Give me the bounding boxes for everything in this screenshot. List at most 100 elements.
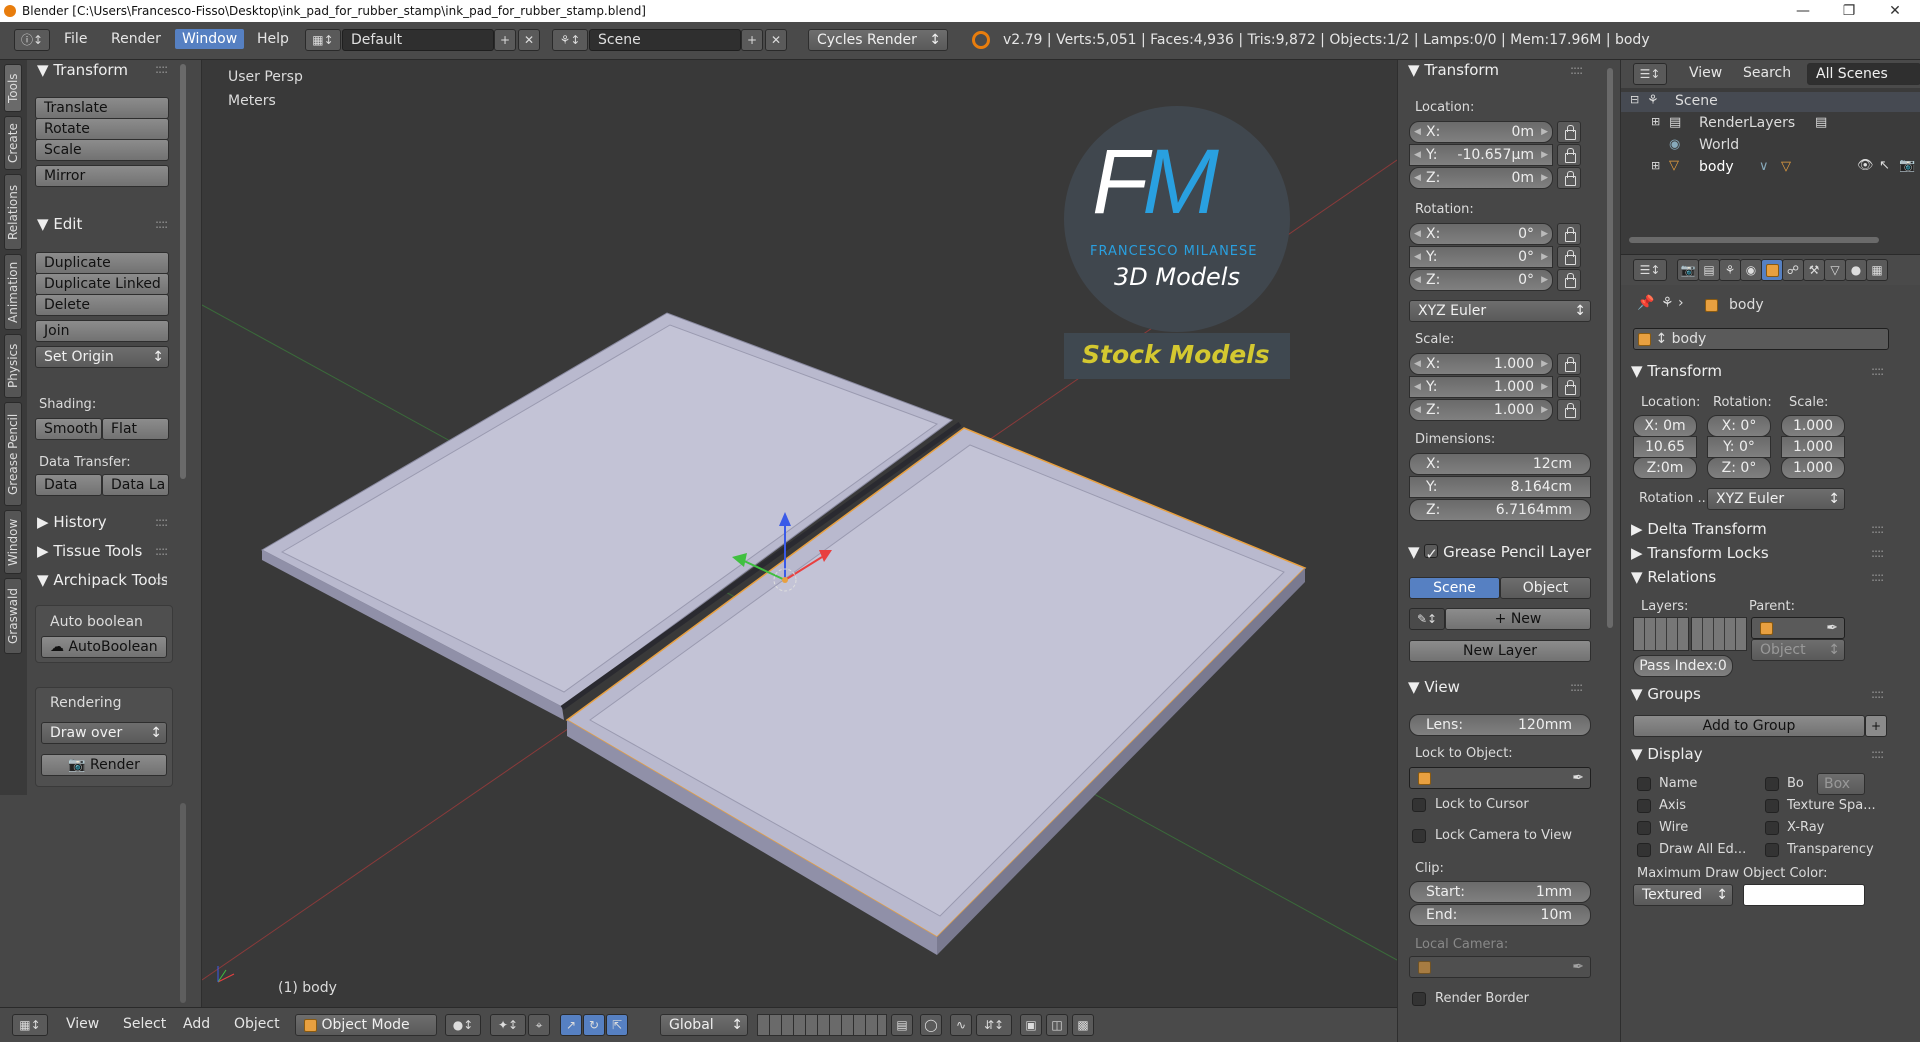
clip-start-field[interactable]: Start: 1mm <box>1409 881 1591 903</box>
menu-file[interactable]: File <box>64 31 87 47</box>
tab-create[interactable]: Create <box>4 116 22 170</box>
display-drawall-checkbox[interactable] <box>1637 843 1651 857</box>
rotation-x-field[interactable]: ◀ X: 0° ▶ <box>1409 223 1553 245</box>
maximize-button[interactable]: ❐ <box>1826 0 1872 22</box>
drag-handle-icon[interactable]: :::: <box>155 62 168 76</box>
draw-mode-dropdown[interactable]: Draw over ↕ <box>41 722 167 744</box>
editor-type-icon[interactable]: ▦↕ <box>12 1014 48 1036</box>
scale-y-field[interactable]: ◀ Y: 1.000 ▶ <box>1409 376 1553 398</box>
scene-icon[interactable]: ⚘↕ <box>552 29 588 51</box>
lock-scale-z-icon[interactable] <box>1557 399 1581 421</box>
drag-handle-icon[interactable]: :::: <box>155 544 168 558</box>
render-engine-dropdown[interactable]: Cycles Render ↕ <box>808 29 948 51</box>
outliner-row-scene[interactable]: ⊟ ⚘ Scene <box>1621 92 1920 112</box>
scale-z-field[interactable]: ◀ Z: 1.000 ▶ <box>1409 399 1553 421</box>
outliner-row-world[interactable]: ◉ World <box>1621 136 1920 156</box>
lock-location-y-icon[interactable] <box>1557 144 1581 166</box>
menu-select[interactable]: Select <box>123 1016 166 1032</box>
menu-view[interactable]: View <box>66 1016 99 1032</box>
opengl-render-icon[interactable]: ▣ <box>1020 1014 1042 1036</box>
drag-handle-icon[interactable]: :::: <box>1871 570 1884 584</box>
location-x-field[interactable]: ◀ X: 0m ▶ <box>1409 121 1553 143</box>
grease-pencil-checkbox[interactable]: ✓ <box>1424 544 1439 563</box>
outliner-editor-icon[interactable]: ☰↕ <box>1633 63 1667 85</box>
menu-window[interactable]: Window <box>175 29 245 49</box>
minimize-button[interactable]: — <box>1780 0 1826 22</box>
drag-handle-icon[interactable]: :::: <box>155 515 168 529</box>
prop-loc-z-field[interactable]: Z:0m <box>1633 457 1697 479</box>
display-header[interactable]: ▼ Display <box>1631 745 1703 763</box>
display-transparency-checkbox[interactable] <box>1765 843 1779 857</box>
set-origin-dropdown[interactable]: Set Origin ↕ <box>35 346 169 368</box>
material-context-icon[interactable]: ● <box>1845 259 1867 281</box>
dimension-z-field[interactable]: Z: 6.7164mm <box>1409 499 1591 521</box>
drag-handle-icon[interactable]: :::: <box>1871 687 1884 701</box>
outliner-menu-search[interactable]: Search <box>1743 65 1791 81</box>
outliner-menu-view[interactable]: View <box>1689 65 1722 81</box>
data-button[interactable]: Data <box>35 474 102 496</box>
scale-x-field[interactable]: ◀ X: 1.000 ▶ <box>1409 353 1553 375</box>
tab-tools[interactable]: Tools <box>4 64 22 112</box>
object-color-swatch[interactable] <box>1743 884 1865 906</box>
object-context-icon[interactable] <box>1761 259 1783 281</box>
smooth-button[interactable]: Smooth <box>35 418 102 440</box>
edit-panel-header[interactable]: ▼ Edit <box>37 215 82 233</box>
lock-scale-y-icon[interactable] <box>1557 376 1581 398</box>
remove-scene-icon[interactable]: ✕ <box>765 29 787 51</box>
eyedropper-icon[interactable]: ✒ <box>1572 768 1584 788</box>
snap-icon[interactable]: ∿ <box>950 1014 972 1036</box>
prop-scl-z-field[interactable]: 1.000 <box>1781 457 1845 479</box>
tab-relations[interactable]: Relations <box>4 174 22 250</box>
scale-button[interactable]: Scale <box>35 139 169 161</box>
auto-boolean-button[interactable]: ☁ AutoBoolean <box>41 636 167 658</box>
prop-rot-y-field[interactable]: Y: 0° <box>1707 436 1771 458</box>
pass-index-field[interactable]: Pass Index:0 <box>1633 655 1733 677</box>
parent-type-dropdown[interactable]: Object ↕ <box>1751 639 1845 661</box>
translate-manip-icon[interactable]: ↗ <box>560 1014 582 1036</box>
gp-scene-button[interactable]: Scene <box>1409 577 1500 599</box>
expand-icon[interactable]: ⊞ <box>1651 159 1660 172</box>
drag-handle-icon[interactable]: :::: <box>1871 546 1884 560</box>
display-wire-checkbox[interactable] <box>1637 821 1651 835</box>
editor-type-icon[interactable]: ⓘ↕ <box>14 29 50 51</box>
data-context-icon[interactable]: ▽ <box>1824 259 1846 281</box>
prop-loc-y-field[interactable]: 10.65 <box>1633 436 1697 458</box>
drag-handle-icon[interactable]: :::: <box>1871 747 1884 761</box>
lock-cursor-checkbox[interactable] <box>1412 798 1426 812</box>
prop-scl-y-field[interactable]: 1.000 <box>1781 436 1845 458</box>
view-panel-header[interactable]: ▼ View <box>1408 678 1460 696</box>
object-name-field[interactable]: ↕ body <box>1633 328 1889 350</box>
menu-render[interactable]: Render <box>111 31 161 47</box>
drag-handle-icon[interactable]: :::: <box>1871 364 1884 378</box>
add-layout-icon[interactable]: + <box>494 29 516 51</box>
tab-physics[interactable]: Physics <box>4 334 22 398</box>
viewport-shading-icon[interactable]: ●↕ <box>445 1014 481 1036</box>
groups-header[interactable]: ▼ Groups <box>1631 685 1701 703</box>
local-camera-field[interactable]: ✒ <box>1409 956 1591 978</box>
tab-animation[interactable]: Animation <box>4 254 22 330</box>
prop-transform-header[interactable]: ▼ Transform <box>1631 362 1722 380</box>
lock-object-field[interactable]: ✒ <box>1409 767 1591 789</box>
orientation-dropdown[interactable]: Global ↕ <box>660 1014 748 1036</box>
duplicate-button[interactable]: Duplicate <box>35 252 169 274</box>
join-button[interactable]: Join <box>35 320 169 342</box>
tab-graswald[interactable]: Graswald <box>4 578 22 654</box>
gp-new-button[interactable]: + New <box>1445 608 1591 630</box>
opengl-anim-icon[interactable]: ◫ <box>1046 1014 1068 1036</box>
snap-element-icon[interactable]: ⇵↕ <box>976 1014 1012 1036</box>
eyedropper-icon[interactable]: ✒ <box>1826 618 1838 638</box>
lock-rotation-z-icon[interactable] <box>1557 269 1581 291</box>
plus-icon[interactable]: + <box>1865 715 1887 737</box>
texture-context-icon[interactable]: ▦ <box>1866 259 1888 281</box>
toolshelf-lower-scrollbar[interactable] <box>180 803 186 1003</box>
manipulator-toggle-icon[interactable]: ⌖ <box>528 1014 550 1036</box>
n-transform-header[interactable]: ▼ Transform <box>1408 61 1499 79</box>
drag-handle-icon[interactable]: :::: <box>1570 63 1583 77</box>
clip-end-field[interactable]: End: 10m <box>1409 904 1591 926</box>
display-texspace-checkbox[interactable] <box>1765 799 1779 813</box>
rotation-mode-dropdown[interactable]: XYZ Euler ↕ <box>1409 300 1591 322</box>
scale-manip-icon[interactable]: ⇱ <box>606 1014 628 1036</box>
duplicate-linked-button[interactable]: Duplicate Linked <box>35 273 169 295</box>
menu-add[interactable]: Add <box>183 1016 210 1032</box>
drag-handle-icon[interactable]: :::: <box>155 573 168 587</box>
